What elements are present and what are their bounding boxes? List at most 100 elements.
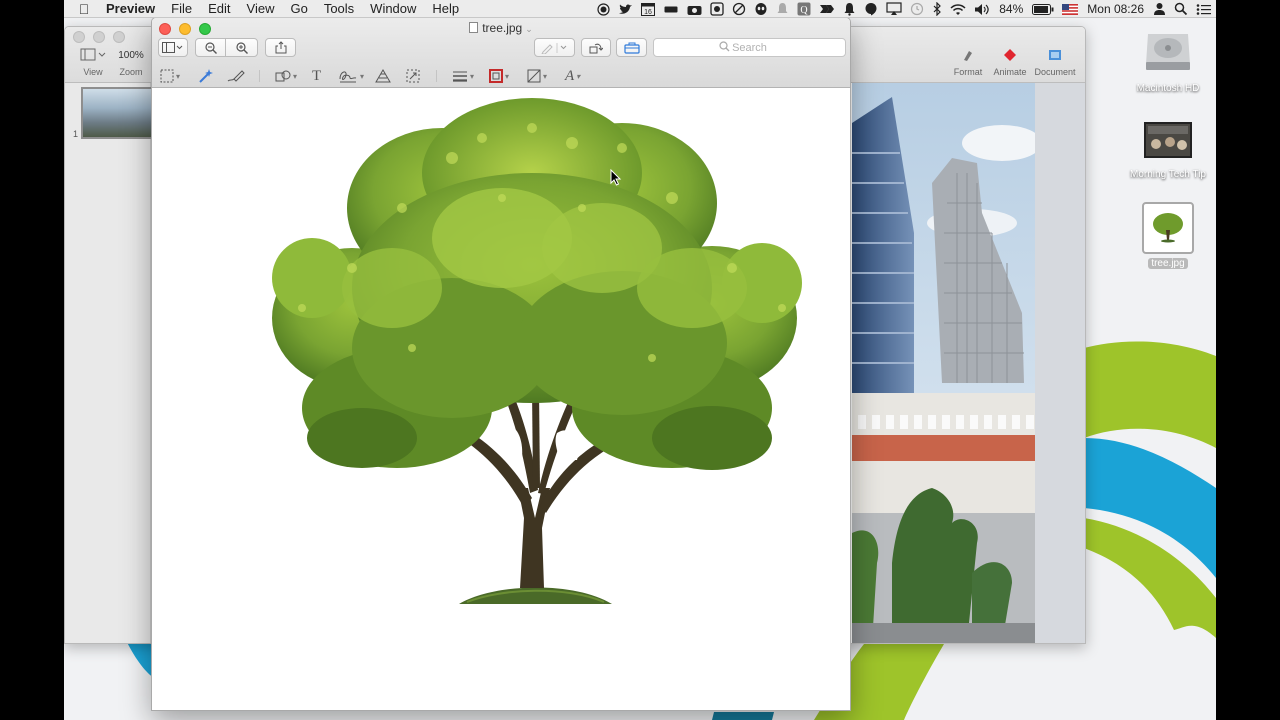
airplay-icon[interactable] [882,0,906,18]
document-proxy-icon[interactable] [469,22,479,33]
battery-icon[interactable] [1028,0,1058,18]
zoom-control[interactable]: 100% Zoom [109,47,153,78]
border-color-icon [489,69,503,83]
user-icon[interactable] [1149,0,1170,18]
battery-widget-icon[interactable] [660,0,683,18]
magic-wand-icon [199,69,213,83]
notification-center-icon[interactable] [1192,0,1216,18]
view-button[interactable]: View [73,47,113,77]
search-icon [719,41,730,52]
desktop-icon-macintosh-hd[interactable]: Macintosh HD [1123,24,1213,95]
bluetooth-icon[interactable] [928,0,946,18]
slide-photo [852,83,1035,643]
zoom-in-icon [235,41,248,54]
no-entry-icon[interactable] [728,0,750,18]
menu-file[interactable]: File [163,1,200,16]
menu-app-name[interactable]: Preview [98,1,163,16]
camera-icon[interactable] [683,0,706,18]
adjust-color-tool[interactable] [375,68,391,84]
quicksilver-icon[interactable]: Q [793,0,815,18]
animate-button[interactable]: Animate [988,47,1032,77]
share-button[interactable] [265,38,296,57]
markup-toolbar-button[interactable] [616,38,647,57]
volume-icon[interactable] [970,0,994,18]
signature-icon [339,71,357,83]
adjust-size-tool[interactable] [406,68,420,84]
sketch-tool[interactable] [227,68,245,84]
desktop-icon-label: Macintosh HD [1136,83,1200,94]
rect-select-tool[interactable]: ▾ [160,68,180,84]
spotlight-icon[interactable] [1170,0,1192,18]
us-flag-icon[interactable] [1058,0,1082,18]
hard-drive-icon [1146,34,1190,70]
menu-edit[interactable]: Edit [200,1,238,16]
letterbox-right [1216,0,1280,720]
markup-pen-button[interactable] [534,38,575,57]
calendar-icon[interactable]: 16 [637,0,660,18]
document-button[interactable]: Document [1031,47,1079,77]
sketch-pen-icon [227,70,245,82]
record-icon[interactable] [593,0,614,18]
zoom-value[interactable]: 100% [118,47,144,63]
text-style-tool[interactable]: A ▾ [565,68,580,84]
zoom-out-icon [204,41,217,54]
zoom-out-button[interactable] [195,38,226,57]
mouse-cursor-icon [610,169,622,186]
text-tool[interactable]: T [312,68,321,84]
line-style-icon [453,71,467,82]
alien-icon[interactable] [750,0,772,18]
preview-toolbar: tree.jpg⌄ ▾ ▾ T ▾ [152,18,850,88]
menu-view[interactable]: View [239,1,283,16]
zoom-label: Zoom [119,67,143,77]
wifi-icon[interactable] [946,0,970,18]
inspector-panel [1035,83,1085,643]
clock[interactable]: Mon 08:26 [1082,0,1149,18]
flying-arrows-icon[interactable] [815,0,839,18]
bg-zoom-button[interactable] [113,31,125,43]
instant-alpha-tool[interactable] [197,68,213,84]
status-area: 16 Q 84% Mon 08:26 [593,0,1216,18]
desktop-icon-tree-jpg[interactable]: tree.jpg [1123,202,1213,270]
screen-capture-icon[interactable] [706,0,728,18]
menu-window[interactable]: Window [362,1,424,16]
fill-color-tool[interactable]: ▾ [527,68,547,84]
bg-close-button[interactable] [73,31,85,43]
menu-help[interactable]: Help [424,1,467,16]
window-title[interactable]: tree.jpg ⌄ [152,21,850,35]
sidebar-view-button[interactable] [158,38,188,57]
share-icon [275,41,286,54]
notification-bell-icon[interactable] [839,0,860,18]
line-style-tool[interactable]: ▾ [452,68,474,84]
text-style-a-icon: A [565,67,575,84]
toolbar-divider [436,70,437,82]
prism-icon [375,69,391,83]
slide-thumbnail[interactable] [81,87,153,139]
border-color-tool[interactable]: ▾ [489,68,509,84]
diamond-icon [1003,47,1017,63]
menu-go[interactable]: Go [282,1,315,16]
slide-number: 1 [73,129,79,139]
hangouts-icon[interactable] [860,0,882,18]
menu-bar:  Preview File Edit View Go Tools Window… [64,0,1216,18]
zoom-in-button[interactable] [225,38,258,57]
background-traffic-lights [73,31,125,43]
preview-window[interactable]: tree.jpg⌄ ▾ ▾ T ▾ [151,17,851,711]
image-canvas[interactable] [152,88,850,710]
desktop-icon-morning-tech-tip[interactable]: Morning Tech Tip [1123,118,1213,181]
document-label: Document [1034,67,1076,77]
sign-tool[interactable]: ▾ [338,68,364,84]
window-title-text: tree.jpg [482,21,523,35]
twitter-icon[interactable] [614,0,637,18]
apple-menu-icon[interactable]:  [70,1,98,17]
view-label: View [83,67,103,77]
format-button[interactable]: Format [948,47,988,77]
bell-muted-icon[interactable] [772,0,793,18]
menu-tools[interactable]: Tools [316,1,362,16]
chevron-down-icon: ⌄ [525,24,533,34]
time-machine-icon[interactable] [906,0,928,18]
bg-minimize-button[interactable] [93,31,105,43]
shapes-tool[interactable]: ▾ [275,68,297,84]
search-input[interactable] [653,38,846,57]
sidebar-icon [162,42,183,53]
rotate-button[interactable] [581,38,611,57]
